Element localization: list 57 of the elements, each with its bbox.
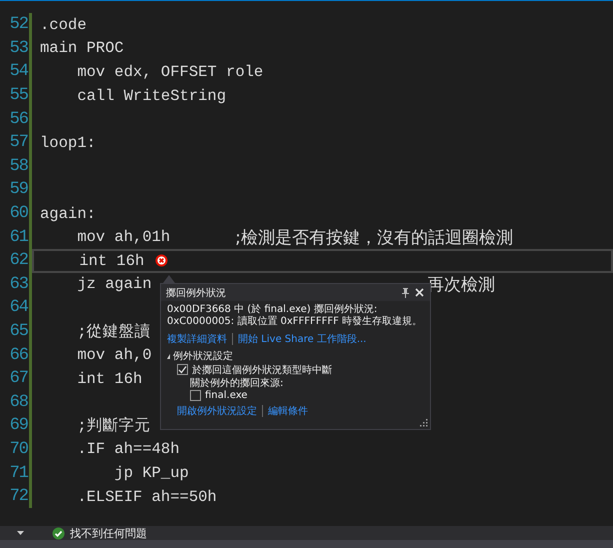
popup-title: 擲回例外狀況 (166, 286, 227, 300)
code-text: mov ah,0 (76, 346, 152, 364)
line-number: 60 (8, 204, 28, 224)
popup-link[interactable]: 開始 Live Share 工作階段... (238, 332, 366, 346)
line-number: 64 (8, 298, 28, 318)
code-text: int 16h (78, 252, 144, 270)
code-text: mov ah,01h (76, 228, 170, 246)
line-number: 70 (8, 440, 28, 459)
popup-link[interactable]: 編輯條件 (268, 404, 308, 418)
line-number: 63 (8, 274, 28, 294)
line-number: 61 (8, 228, 28, 247)
code-text: loop1: (40, 134, 96, 152)
line-number: 71 (8, 464, 28, 483)
code-text: jp KP_up (113, 464, 189, 482)
line-number: 72 (8, 487, 28, 506)
line-number: 67 (8, 369, 28, 388)
line-number: 58 (8, 156, 28, 176)
code-text: again: (40, 204, 96, 223)
code-text: int 16h (76, 370, 142, 388)
close-icon[interactable] (415, 288, 424, 297)
source-checkbox[interactable]: final.exe (190, 389, 424, 402)
line-number: 53 (8, 38, 28, 58)
code-comment: ;檢測是否有按鍵，沒有的話迴圈檢測 (235, 226, 513, 249)
code-text: .IF ah==48h (76, 440, 180, 458)
check-icon (52, 526, 65, 540)
code-text: mov edx, OFFSET role (76, 62, 264, 81)
line-number: 56 (8, 110, 28, 129)
line-number: 52 (8, 15, 28, 34)
break-checkbox[interactable]: 於擲回這個例外狀況類型時中斷 (177, 363, 424, 376)
code-text: .ELSEIF ah==50h (76, 488, 217, 506)
line-number: 65 (8, 322, 28, 342)
code-text: .code (40, 16, 87, 34)
code-text: ;從鍵盤讀 (76, 322, 151, 342)
popup-link[interactable]: 開啟例外狀況設定 (177, 404, 257, 418)
checkbox-icon[interactable] (190, 390, 201, 401)
code-text: jz again (76, 275, 152, 294)
expander-icon[interactable] (167, 354, 170, 358)
line-number: 62 (8, 251, 28, 270)
dropdown-caret-icon[interactable] (17, 531, 24, 535)
resize-grip-icon[interactable] (420, 419, 428, 427)
source-label: 關於例外的擲回來源: (190, 376, 284, 389)
line-number: 57 (8, 133, 28, 152)
line-number: 59 (8, 180, 28, 200)
code-text: main PROC (40, 39, 124, 58)
line-number: 54 (8, 62, 28, 82)
line-number: 66 (8, 346, 28, 365)
checkbox-icon[interactable] (177, 364, 188, 375)
line-number: 68 (8, 392, 28, 412)
code-text: call WriteString (76, 86, 226, 105)
settings-heading: 例外狀況設定 (173, 350, 233, 363)
line-number: 55 (8, 86, 28, 106)
status-message: 找不到任何問題 (70, 526, 147, 540)
exception-message: 0x00DF3668 中 (於 final.exe) 擲回例外狀況: 0xC0000005: 讀取位置 0xFFFFFFFF 時發生存取違規。 (167, 304, 423, 328)
pin-icon[interactable] (402, 288, 409, 298)
popup-link[interactable]: 複製詳細資料 (167, 332, 227, 346)
line-number: 69 (8, 416, 28, 436)
code-text: ;判斷字元 (76, 416, 151, 436)
